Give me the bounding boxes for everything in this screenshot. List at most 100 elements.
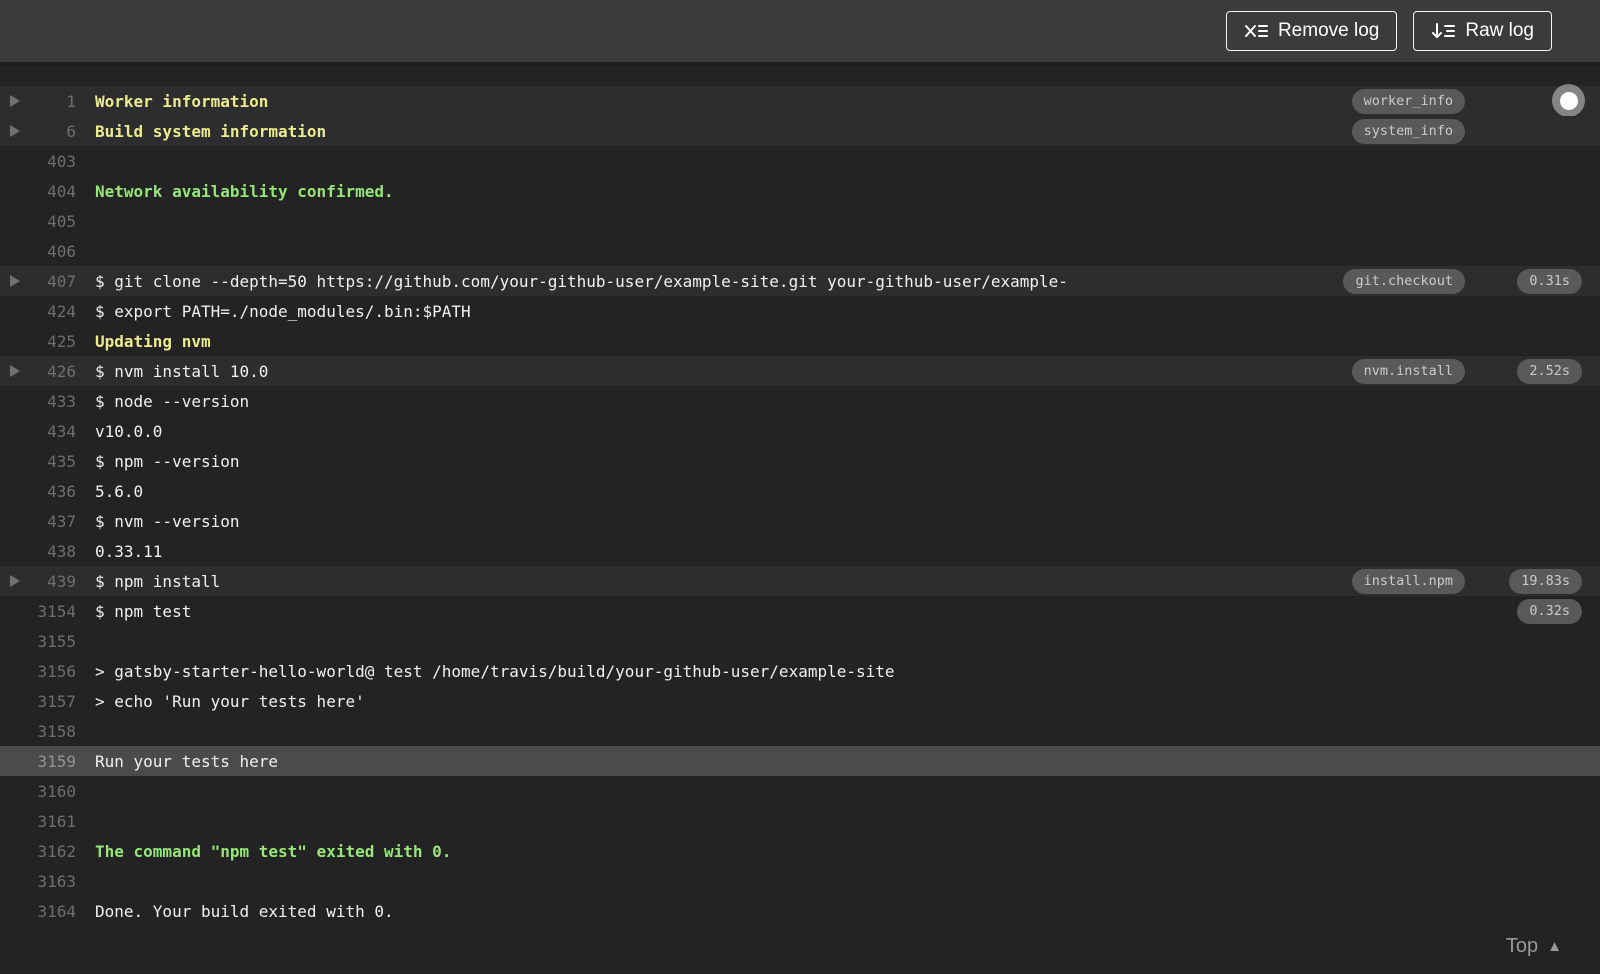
duration-badge: 0.31s xyxy=(1517,268,1582,294)
line-number[interactable]: 435 xyxy=(28,452,76,471)
stage-tag-slot: system_info xyxy=(1351,118,1465,144)
fold-toggle-icon[interactable] xyxy=(0,125,28,137)
log-text: Run your tests here xyxy=(95,751,279,771)
line-badges: install.npm 19.83s xyxy=(1351,568,1600,594)
line-number[interactable]: 3159 xyxy=(28,752,76,771)
scroll-indicator-button[interactable] xyxy=(1552,84,1585,117)
log-line: 3155 xyxy=(0,626,1600,656)
line-number[interactable]: 3160 xyxy=(28,782,76,801)
duration-badge: 19.83s xyxy=(1509,568,1582,594)
log-line: 3156 > gatsby-starter-hello-world@ test /… xyxy=(0,656,1600,686)
line-number[interactable]: 406 xyxy=(28,242,76,261)
log-line: 3161 xyxy=(0,806,1600,836)
circle-dot-icon xyxy=(1559,91,1578,110)
log-line: 405 xyxy=(0,206,1600,236)
line-number[interactable]: 436 xyxy=(28,482,76,501)
duration-slot: 19.83s xyxy=(1465,568,1582,594)
log-line: 439 $ npm install install.npm 19.83s xyxy=(0,566,1600,596)
line-number[interactable]: 3156 xyxy=(28,662,76,681)
stage-tag-slot: git.checkout xyxy=(1343,268,1465,294)
triangle-right-icon xyxy=(10,125,20,137)
line-number[interactable]: 3158 xyxy=(28,722,76,741)
stage-tag-badge: install.npm xyxy=(1351,568,1465,594)
toolbar: Remove log Raw log xyxy=(0,0,1600,66)
line-number[interactable]: 1 xyxy=(28,92,76,111)
line-number[interactable]: 3164 xyxy=(28,902,76,921)
log-line: 3160 xyxy=(0,776,1600,806)
line-number[interactable]: 3163 xyxy=(28,872,76,891)
log-line: 3157 > echo 'Run your tests here' xyxy=(0,686,1600,716)
log-line: 433 $ node --version xyxy=(0,386,1600,416)
log-text: $ node --version xyxy=(95,391,250,411)
triangle-right-icon xyxy=(10,575,20,587)
log-text: 0.33.11 xyxy=(95,541,163,561)
fold-toggle-icon[interactable] xyxy=(0,365,28,377)
line-number[interactable]: 407 xyxy=(28,272,76,291)
stage-tag-slot: worker_info xyxy=(1351,88,1465,114)
scroll-to-top-link[interactable]: Top ▲ xyxy=(1506,935,1562,958)
log-text: > echo 'Run your tests here' xyxy=(95,691,365,711)
duration-badge: 0.32s xyxy=(1517,598,1582,624)
raw-log-button[interactable]: Raw log xyxy=(1413,11,1552,51)
log-text: > gatsby-starter-hello-world@ test /home… xyxy=(95,661,895,681)
triangle-right-icon xyxy=(10,275,20,287)
line-number[interactable]: 426 xyxy=(28,362,76,381)
log-text: $ npm test xyxy=(95,601,192,621)
log-text: $ git clone --depth=50 https://github.co… xyxy=(95,271,1068,291)
line-number[interactable]: 3161 xyxy=(28,812,76,831)
stage-tag-slot: nvm.install xyxy=(1351,358,1465,384)
top-link-label: Top xyxy=(1505,935,1539,957)
build-log: 1 Worker information worker_info 6 Build sys… xyxy=(0,66,1600,970)
log-text: Done. Your build exited with 0. xyxy=(95,901,394,921)
stage-tag-badge: system_info xyxy=(1351,118,1465,144)
log-line: 3158 xyxy=(0,716,1600,746)
log-text: Build system information xyxy=(95,121,327,141)
log-text: The command "npm test" exited with 0. xyxy=(95,841,452,861)
fold-toggle-icon[interactable] xyxy=(0,275,28,287)
duration-slot: 2.52s xyxy=(1465,358,1582,384)
log-line: 437 $ nvm --version xyxy=(0,506,1600,536)
line-number[interactable]: 3155 xyxy=(28,632,76,651)
duration-slot: 0.32s xyxy=(1465,598,1582,624)
line-number[interactable]: 433 xyxy=(28,392,76,411)
line-number[interactable]: 424 xyxy=(28,302,76,321)
log-text: v10.0.0 xyxy=(95,421,163,441)
caret-up-icon: ▲ xyxy=(1547,938,1562,955)
raw-log-label: Raw log xyxy=(1465,20,1534,41)
line-number[interactable]: 425 xyxy=(28,332,76,351)
line-number[interactable]: 439 xyxy=(28,572,76,591)
line-number[interactable]: 3162 xyxy=(28,842,76,861)
log-line: 434 v10.0.0 xyxy=(0,416,1600,446)
line-number[interactable]: 437 xyxy=(28,512,76,531)
remove-log-label: Remove log xyxy=(1277,20,1380,41)
line-number[interactable]: 405 xyxy=(28,212,76,231)
log-text: $ nvm --version xyxy=(95,511,240,531)
log-line: 436 5.6.0 xyxy=(0,476,1600,506)
log-line: 425 Updating nvm xyxy=(0,326,1600,356)
log-text: $ npm --version xyxy=(95,451,240,471)
fold-toggle-icon[interactable] xyxy=(0,95,28,107)
line-badges: git.checkout 0.31s xyxy=(1343,268,1600,294)
raw-log-icon xyxy=(1431,22,1456,40)
line-number[interactable]: 404 xyxy=(28,182,76,201)
duration-slot: 0.31s xyxy=(1465,268,1582,294)
line-number[interactable]: 3157 xyxy=(28,692,76,711)
line-number[interactable]: 434 xyxy=(28,422,76,441)
triangle-right-icon xyxy=(10,95,20,107)
log-text: $ npm install xyxy=(95,571,221,591)
log-line: 424 $ export PATH=./node_modules/.bin:$PA… xyxy=(0,296,1600,326)
remove-log-button[interactable]: Remove log xyxy=(1225,11,1398,51)
line-number[interactable]: 6 xyxy=(28,122,76,141)
log-line: 404 Network availability confirmed. xyxy=(0,176,1600,206)
log-line: 3164 Done. Your build exited with 0. xyxy=(0,896,1600,926)
line-badges: 0.32s xyxy=(1465,598,1600,624)
log-line: 6 Build system information system_info xyxy=(0,116,1600,146)
line-number[interactable]: 3154 xyxy=(28,602,76,621)
line-number[interactable]: 438 xyxy=(28,542,76,561)
line-number[interactable]: 403 xyxy=(28,152,76,171)
line-badges: nvm.install 2.52s xyxy=(1351,358,1600,384)
stage-tag-badge: worker_info xyxy=(1351,88,1465,114)
log-line: 403 xyxy=(0,146,1600,176)
fold-toggle-icon[interactable] xyxy=(0,575,28,587)
line-badges: system_info xyxy=(1351,118,1600,144)
